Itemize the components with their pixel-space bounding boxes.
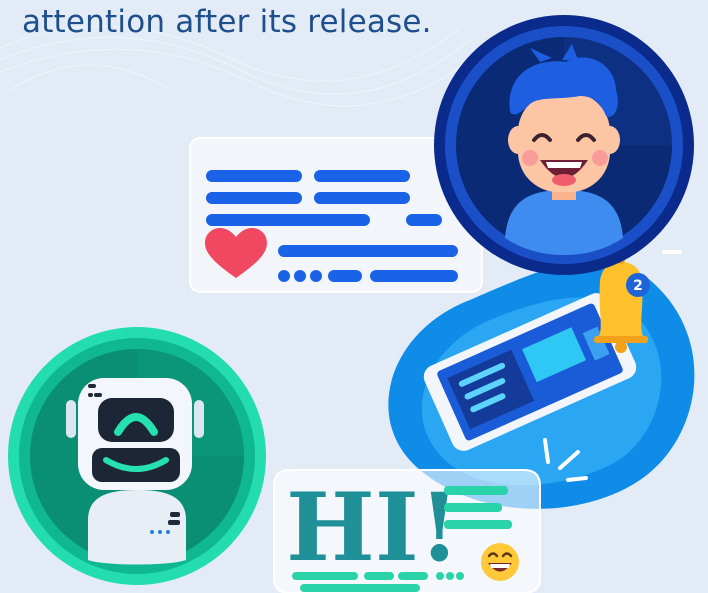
- laughing-emoji-icon: [481, 543, 519, 581]
- illustration: attention after its release. 2 HI!: [0, 0, 708, 593]
- greeting-bubble: HI!: [273, 469, 541, 593]
- greeting-text: HI!: [286, 473, 460, 583]
